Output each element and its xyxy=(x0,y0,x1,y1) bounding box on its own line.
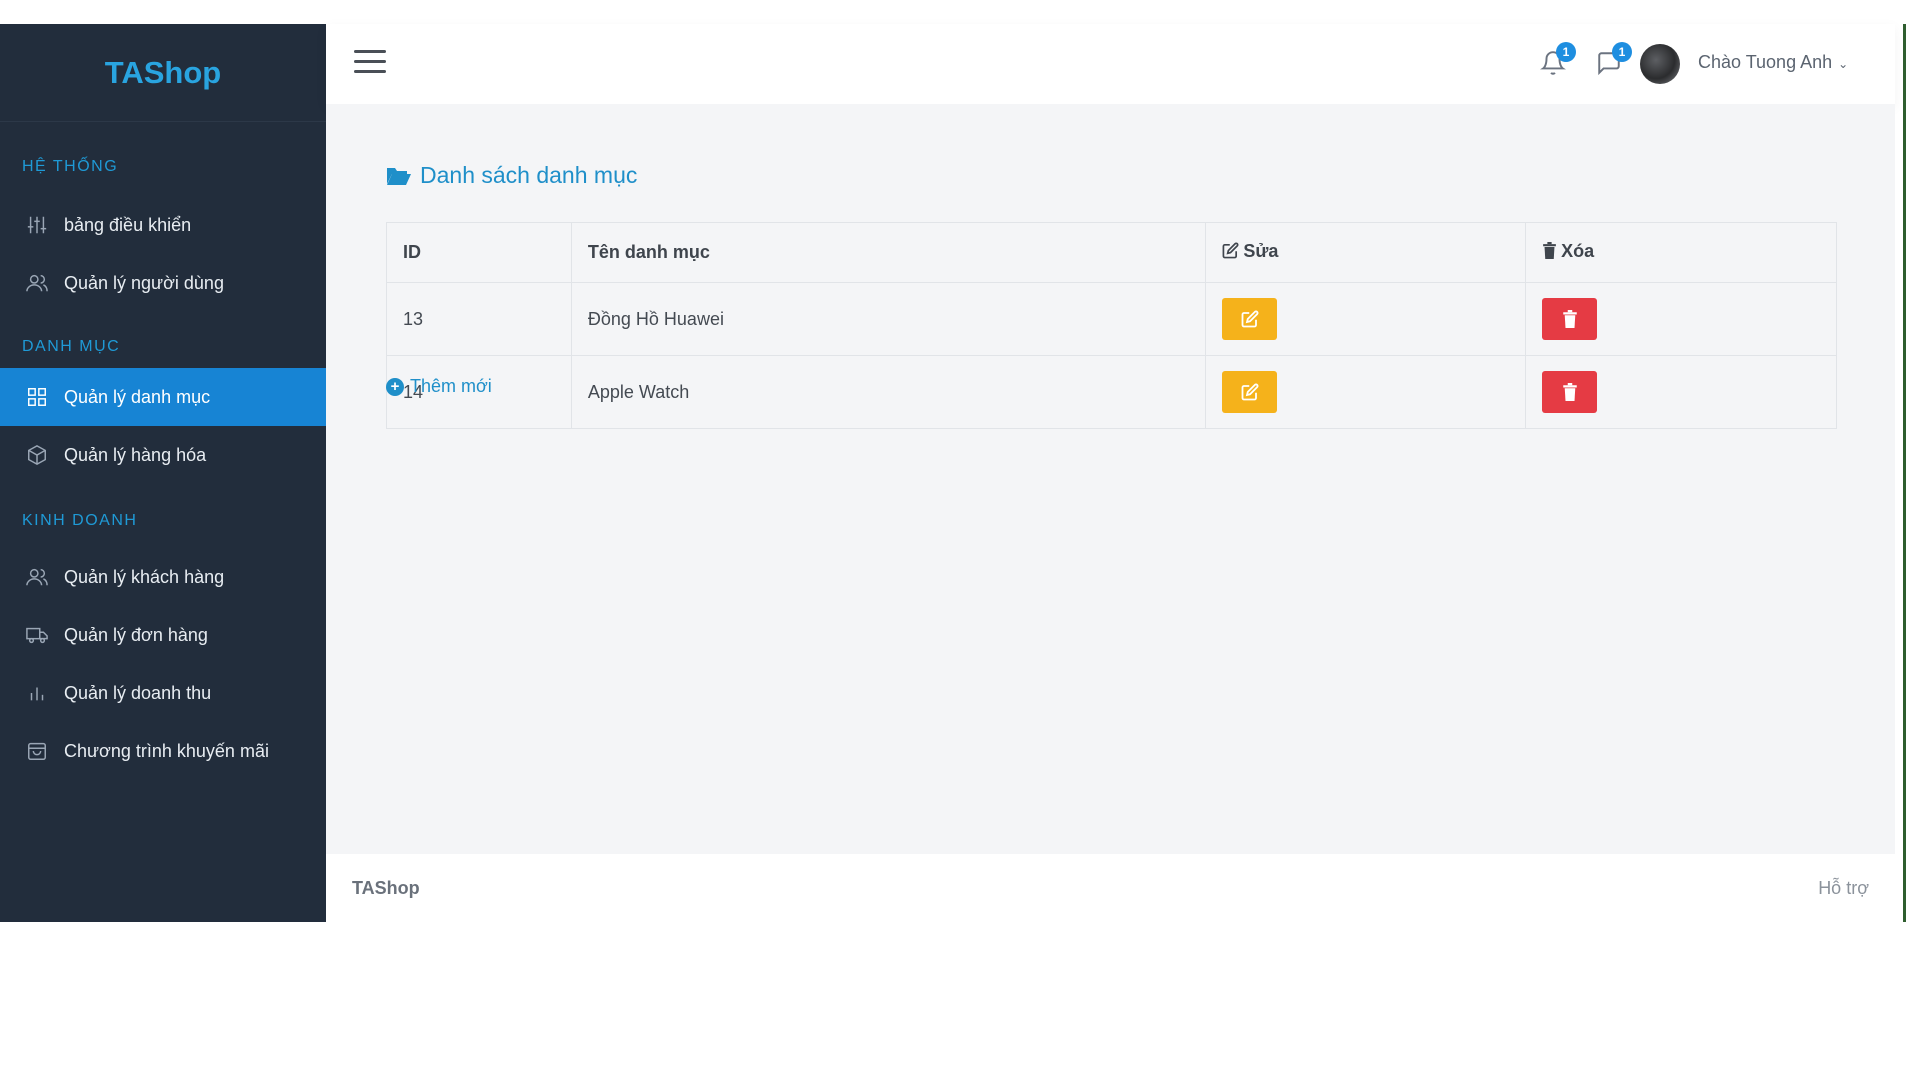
sidebar-item-label: Quản lý đơn hàng xyxy=(64,624,208,645)
column-header-edit: Sửa xyxy=(1205,222,1527,283)
page-title: Danh sách danh mục xyxy=(386,162,637,189)
topbar: 1 1 Chào Tuong Anh ⌄ xyxy=(326,24,1895,104)
sidebar-section-system: HỆ THỐNG xyxy=(22,158,119,175)
app-root: TAShop HỆ THỐNG bảng điều khiển Quản lý … xyxy=(0,24,1905,922)
edit-icon xyxy=(1222,242,1239,264)
users-icon xyxy=(24,564,50,590)
cell-edit xyxy=(1205,355,1527,429)
sidebar-item-promotions[interactable]: Chương trình khuyến mãi xyxy=(0,722,326,780)
users-icon xyxy=(24,270,50,296)
menu-toggle-button[interactable] xyxy=(354,50,386,74)
table-row: 13 Đồng Hồ Huawei xyxy=(386,282,1837,356)
sidebar: TAShop HỆ THỐNG bảng điều khiển Quản lý … xyxy=(0,24,326,922)
sidebar-section-category: DANH MỤC xyxy=(22,338,121,355)
brand-logo[interactable]: TAShop xyxy=(0,24,326,122)
table-header-row: ID Tên danh mục Sửa Xóa xyxy=(386,222,1837,283)
footer-help-link[interactable]: Hỗ trợ xyxy=(1818,878,1869,899)
cell-edit xyxy=(1205,282,1527,356)
messages-badge: 1 xyxy=(1612,42,1632,62)
sidebar-item-label: Quản lý danh mục xyxy=(64,386,211,407)
main-content: Danh sách danh mục ID Tên danh mục Sửa X… xyxy=(326,104,1895,854)
sidebar-item-orders[interactable]: Quản lý đơn hàng xyxy=(0,606,326,664)
sidebar-item-categories[interactable]: Quản lý danh mục xyxy=(0,368,326,426)
shopping-bag-icon xyxy=(24,738,50,764)
sidebar-item-products[interactable]: Quản lý hàng hóa xyxy=(0,426,326,484)
plus-circle-icon: + xyxy=(386,377,404,396)
brand-name: TAShop xyxy=(104,54,222,90)
category-table: ID Tên danh mục Sửa Xóa 13 Đồng Hồ Huawe… xyxy=(386,222,1837,429)
add-new-label: Thêm mới xyxy=(410,376,492,396)
trash-icon xyxy=(1562,310,1577,328)
sidebar-item-label: Quản lý người dùng xyxy=(64,272,224,293)
column-header-id: ID xyxy=(386,222,572,283)
notifications-badge: 1 xyxy=(1556,42,1576,62)
edit-icon xyxy=(1241,310,1259,328)
cell-id: 13 xyxy=(386,282,572,356)
edit-button[interactable] xyxy=(1222,298,1278,340)
user-menu[interactable]: Chào Tuong Anh ⌄ xyxy=(1698,52,1848,73)
sidebar-item-customers[interactable]: Quản lý khách hàng xyxy=(0,548,326,606)
truck-icon xyxy=(24,622,50,648)
chevron-down-icon: ⌄ xyxy=(1838,57,1849,71)
table-row: 14 Apple Watch xyxy=(386,355,1837,429)
sidebar-item-dashboard[interactable]: bảng điều khiển xyxy=(0,196,326,254)
trash-icon xyxy=(1562,383,1577,401)
cell-delete xyxy=(1525,282,1837,356)
avatar[interactable] xyxy=(1640,44,1680,84)
sidebar-item-label: Chương trình khuyến mãi xyxy=(64,740,269,761)
bar-chart-icon xyxy=(24,680,50,706)
edit-button[interactable] xyxy=(1222,371,1278,413)
column-header-delete-label: Xóa xyxy=(1561,241,1595,261)
cell-name: Đồng Hồ Huawei xyxy=(570,282,1207,356)
box-icon xyxy=(24,442,50,468)
grid-icon xyxy=(24,384,50,410)
trash-icon xyxy=(1542,242,1557,264)
edit-icon xyxy=(1241,383,1259,401)
footer: TAShop Hỗ trợ xyxy=(326,854,1895,922)
column-header-delete: Xóa xyxy=(1525,222,1837,283)
cell-delete xyxy=(1525,355,1837,429)
window-edge-divider xyxy=(1903,24,1906,922)
delete-button[interactable] xyxy=(1542,298,1598,340)
column-header-edit-label: Sửa xyxy=(1243,241,1279,261)
user-greeting: Chào Tuong Anh xyxy=(1698,52,1833,72)
sidebar-item-label: Quản lý khách hàng xyxy=(64,566,225,587)
sidebar-item-users[interactable]: Quản lý người dùng xyxy=(0,254,326,312)
sliders-icon xyxy=(24,212,50,238)
sidebar-item-label: bảng điều khiển xyxy=(64,214,192,235)
sidebar-item-label: Quản lý doanh thu xyxy=(64,682,212,703)
notifications-button[interactable]: 1 xyxy=(1540,42,1576,80)
messages-button[interactable]: 1 xyxy=(1596,42,1632,80)
footer-brand: TAShop xyxy=(352,877,420,898)
sidebar-item-revenue[interactable]: Quản lý doanh thu xyxy=(0,664,326,722)
sidebar-item-label: Quản lý hàng hóa xyxy=(64,444,207,465)
sidebar-section-business: KINH DOANH xyxy=(22,512,138,529)
page-title-text: Danh sách danh mục xyxy=(420,162,638,188)
add-new-link[interactable]: + Thêm mới xyxy=(386,376,492,397)
column-header-name: Tên danh mục xyxy=(570,222,1207,283)
delete-button[interactable] xyxy=(1542,371,1598,413)
folder-open-icon xyxy=(387,167,411,185)
cell-name: Apple Watch xyxy=(570,355,1207,429)
